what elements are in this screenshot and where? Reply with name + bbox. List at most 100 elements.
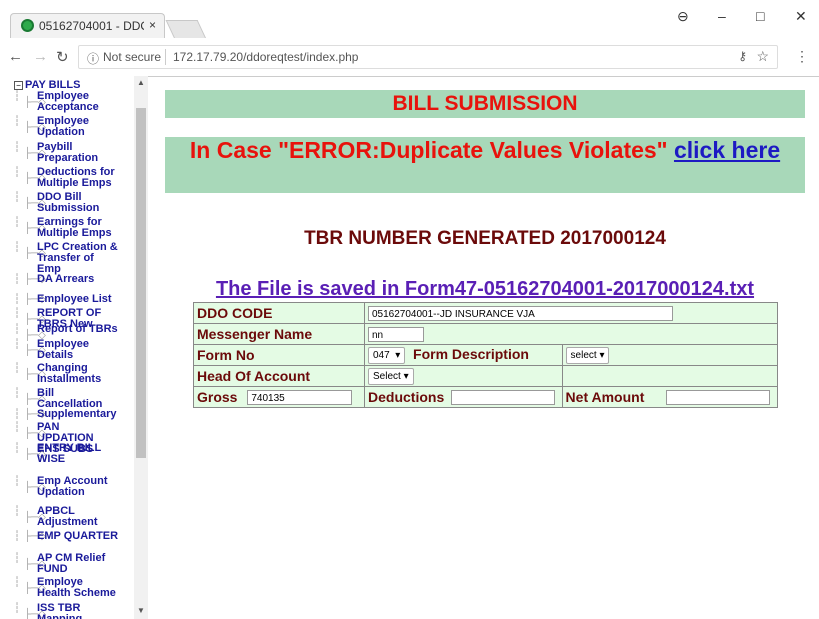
url-text[interactable]: 172.17.79.20/ddoreqtest/index.php (173, 50, 358, 64)
sidebar-item-label: Employee Details (37, 338, 89, 361)
sidebar-item-label: Employee Updation (37, 115, 89, 138)
scroll-down-icon[interactable]: ▼ (137, 606, 145, 615)
deductions-field[interactable] (451, 390, 556, 406)
head-of-account-value: Select (373, 370, 401, 382)
divider (165, 49, 166, 65)
form-description-label: Form Description (413, 346, 529, 363)
sidebar-item-label: Supplementary (37, 408, 117, 420)
scroll-up-icon[interactable]: ▲ (137, 78, 145, 87)
tree-guide: ┆ (14, 603, 21, 614)
close-window-icon[interactable]: ✕ (795, 8, 807, 25)
browser-toolbar: ← → ↻ ⓘ Not secure 172.17.79.20/ddoreqte… (0, 38, 819, 77)
profile-icon[interactable]: ⊖ (677, 8, 689, 25)
gross-cell: Gross 740135 (193, 386, 365, 408)
form-no-value: 047 (373, 349, 390, 361)
new-tab-button[interactable] (165, 20, 207, 39)
sidebar-item-label: ISS TBR Mapping (37, 602, 83, 619)
reload-icon[interactable]: ↻ (56, 48, 69, 66)
tree-guide: ┆ (14, 242, 21, 253)
tree-guide: ┆ (14, 217, 21, 228)
tree-guide: ┆ (14, 294, 21, 305)
tree-guide: ┆ (14, 274, 21, 285)
deductions-cell: Deductions (364, 386, 563, 408)
net-amount-field[interactable] (666, 390, 771, 406)
ddo-code-field[interactable]: 05162704001--JD INSURANCE VJA (368, 306, 673, 322)
scrollbar-thumb[interactable] (136, 108, 146, 458)
sidebar-item-label: Report of TBRs (37, 323, 118, 335)
tree-guide: ┆ (14, 324, 21, 335)
form-description-select[interactable]: select ▾ (565, 346, 610, 364)
sidebar-menu: − PAY BILLS ┆ ├─◇ Employee Acceptance ┆ ├─◇ Em… (0, 76, 148, 619)
sidebar-item-label: Deductions for Multiple Emps (37, 166, 115, 189)
net-amount-cell: Net Amount (561, 386, 779, 408)
gross-label: Gross (197, 388, 238, 405)
key-icon[interactable]: ⚷ (738, 49, 747, 63)
error-text: In Case "ERROR:Duplicate Values Violates… (189, 137, 674, 163)
ddo-code-label: DDO CODE (193, 302, 365, 324)
messenger-label: Messenger Name (193, 323, 365, 345)
tree-guide: ┆ (14, 531, 21, 542)
info-icon[interactable]: ⓘ (87, 50, 99, 67)
address-bar[interactable]: ⓘ Not secure 172.17.79.20/ddoreqtest/ind… (78, 45, 778, 69)
error-banner: In Case "ERROR:Duplicate Values Violates… (165, 137, 805, 193)
sidebar-item-label: Employee Acceptance (37, 90, 99, 113)
tab-close-icon[interactable]: × (149, 18, 156, 32)
file-saved-link[interactable]: The File is saved in Form47-05162704001-… (165, 278, 805, 301)
sidebar-item-label: Earnings for Multiple Emps (37, 216, 112, 239)
tree-guide: ┆ (14, 308, 21, 319)
form-no-select[interactable]: 047 ▾ (368, 346, 406, 364)
gross-field[interactable]: 740135 (247, 390, 353, 406)
sidebar-item-label: Employe Health Scheme (37, 576, 116, 599)
form-desc-cell: select ▾ (561, 344, 779, 366)
tree-guide: ┆ (14, 339, 21, 350)
sidebar-item-label: LPC Creation & Transfer of Emp (37, 241, 118, 275)
tab-title: 05162704001 - DDO Req (39, 19, 144, 33)
form-no-label: Form No (193, 344, 365, 366)
sidebar-item-label: Changing Installments (37, 362, 102, 385)
tree-guide: ┆ (14, 422, 21, 433)
back-icon[interactable]: ← (8, 48, 23, 65)
ddo-code-cell: 05162704001--JD INSURANCE VJA (364, 302, 778, 324)
tree-guide: ┆ (14, 91, 21, 102)
head-of-account-select[interactable]: Select ▾ (368, 367, 414, 385)
forward-icon[interactable]: → (33, 48, 48, 65)
sidebar-item-label: AP CM Relief FUND (37, 552, 106, 575)
tree-guide: ┆ (14, 388, 21, 399)
sidebar-item-label: Bill Cancellation (37, 387, 103, 410)
maximize-icon[interactable]: □ (756, 8, 764, 24)
page-title: BILL SUBMISSION (165, 90, 805, 118)
sidebar-item-label: Paybill Preparation (37, 141, 99, 164)
sidebar-item-label: Emp Account Updation (37, 475, 108, 498)
tree-guide: ┆ (14, 116, 21, 127)
tree-guide: ┆ (14, 443, 21, 454)
tree-guide: ┆ (14, 476, 21, 487)
tree-guide: ┆ (14, 363, 21, 374)
deductions-label: Deductions (368, 388, 445, 405)
click-here-link[interactable]: click here (674, 137, 780, 163)
tree-guide: ┆ (14, 577, 21, 588)
messenger-field[interactable]: nn (368, 327, 424, 343)
tree-guide: ┆ (14, 142, 21, 153)
sidebar-item-label: EMP QUARTER (37, 530, 119, 542)
sidebar-item-label: Employee List (37, 293, 112, 305)
collapse-icon[interactable]: − (14, 80, 23, 90)
sidebar-item-label: DA Arrears (37, 273, 95, 285)
browser-tab[interactable]: 05162704001 - DDO Req × (10, 13, 165, 38)
bookmark-star-icon[interactable]: ☆ (756, 48, 769, 65)
browser-titlebar: 05162704001 - DDO Req × ⊖ – □ ✕ (0, 0, 819, 39)
tree-guide: ┆ (14, 409, 21, 420)
form-description-value: select (570, 349, 597, 361)
net-amount-label: Net Amount (565, 388, 645, 405)
head-cell: Select ▾ (364, 365, 563, 387)
minimize-icon[interactable]: – (718, 8, 726, 24)
security-label: Not secure (103, 50, 162, 64)
tree-guide: ┆ (14, 192, 21, 203)
browser-menu-icon[interactable]: ⋮ (795, 48, 809, 65)
bill-form: DDO CODE 05162704001--JD INSURANCE VJA M… (193, 302, 779, 408)
head-of-account-label: Head Of Account (193, 365, 365, 387)
tree-guide: ┆ (14, 167, 21, 178)
sidebar-item-label: APBCL Adjustment (37, 505, 98, 528)
sidebar-item-label: DDO Bill Submission (37, 191, 100, 214)
messenger-cell: nn (364, 323, 778, 345)
empty-cell (561, 365, 779, 387)
